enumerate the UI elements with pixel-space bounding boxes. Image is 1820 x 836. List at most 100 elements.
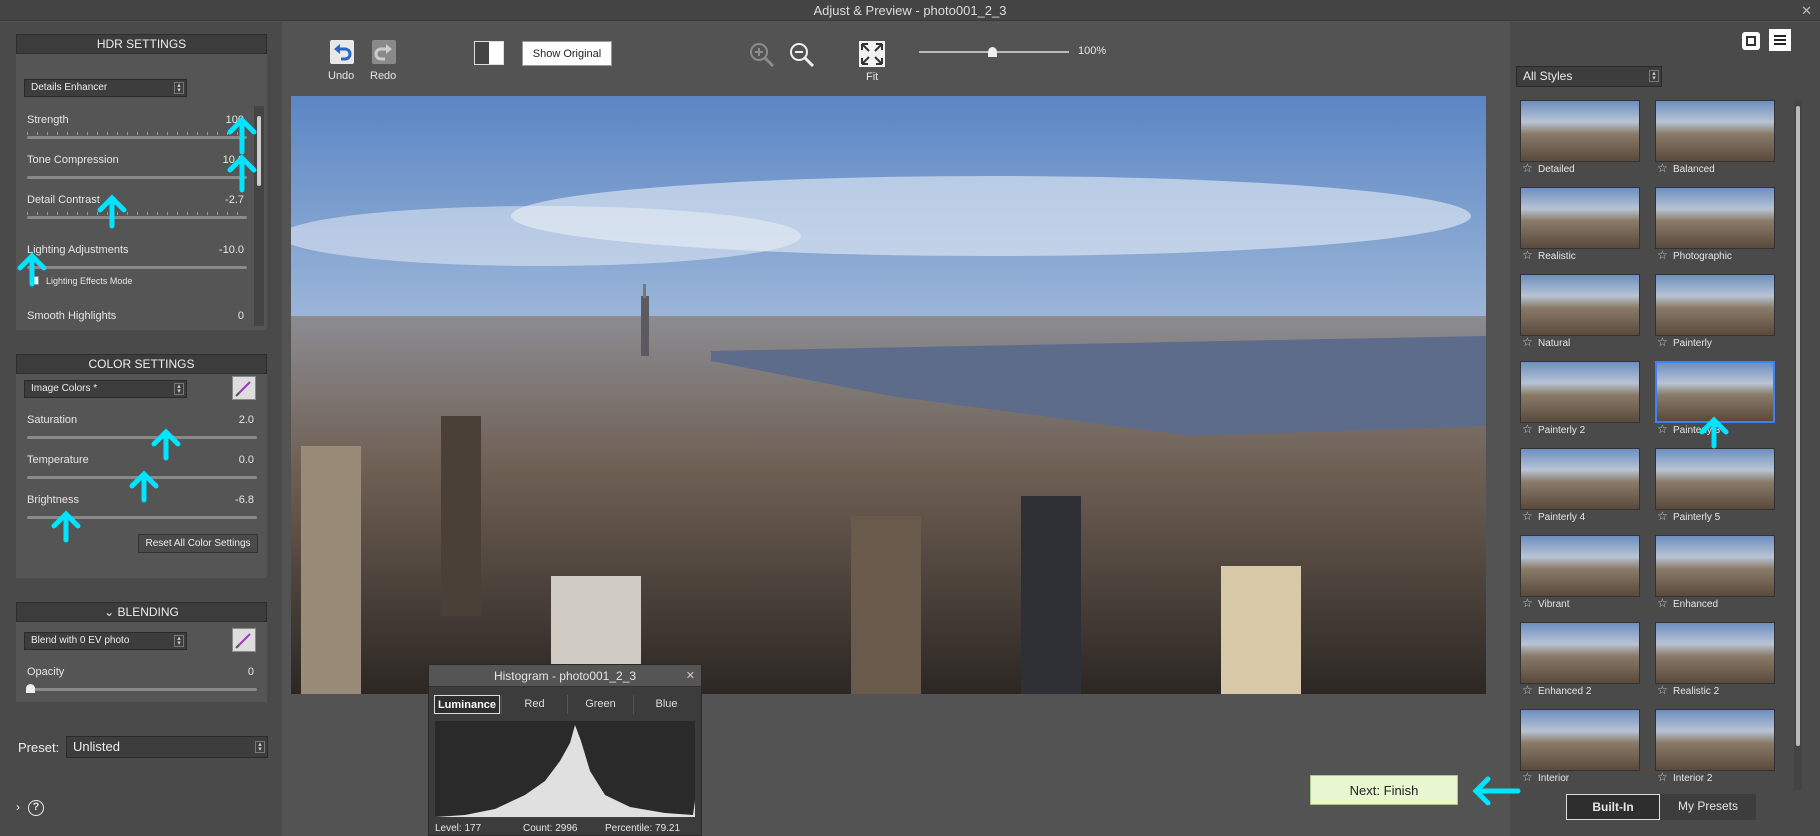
strength-slider-ticks	[27, 132, 247, 135]
style-preview-image	[1520, 535, 1640, 597]
style-thumbnail[interactable]: ☆ Painterly 5	[1655, 448, 1775, 534]
histogram-close-icon[interactable]: ✕	[686, 669, 695, 682]
opacity-slider-track[interactable]	[27, 688, 257, 691]
split-view-icon[interactable]	[474, 41, 504, 65]
style-label: Interior	[1538, 773, 1570, 784]
style-thumbnail[interactable]: ☆ Vibrant	[1520, 535, 1640, 621]
preset-select[interactable]: Unlisted ▴ ▾	[66, 736, 268, 758]
style-thumbnail[interactable]: ☆ Painterly	[1655, 274, 1775, 360]
saturation-value: 2.0	[238, 414, 254, 426]
style-preview-image	[1655, 187, 1775, 249]
style-thumbnail[interactable]: ☆ Balanced	[1655, 100, 1775, 186]
styles-scrollbar-thumb[interactable]	[1796, 106, 1800, 746]
favorite-star-icon[interactable]: ☆	[1657, 248, 1668, 262]
window-close-button[interactable]: ✕	[1801, 0, 1812, 21]
favorite-star-icon[interactable]: ☆	[1657, 509, 1668, 523]
styles-filter-select[interactable]: All Styles ▴ ▾	[1516, 66, 1662, 87]
tab-built-in[interactable]: Built-In	[1566, 794, 1660, 820]
favorite-star-icon[interactable]: ☆	[1522, 161, 1533, 175]
temperature-value: 0.0	[238, 454, 254, 466]
preset-label: Preset:	[18, 740, 60, 755]
hdr-scrollbar[interactable]	[254, 106, 264, 326]
reset-color-settings-button[interactable]: Reset All Color Settings	[138, 534, 258, 553]
favorite-star-icon[interactable]: ☆	[1657, 683, 1668, 697]
favorite-star-icon[interactable]: ☆	[1522, 422, 1533, 436]
histogram-level: Level: 177	[435, 823, 482, 834]
style-thumbnail[interactable]: ☆ Interior 2	[1655, 709, 1775, 790]
zoom-in-icon[interactable]	[748, 41, 776, 69]
lighting-adjustments-slider-track[interactable]	[27, 266, 247, 269]
styles-scrollbar[interactable]	[1794, 100, 1802, 790]
fit-button[interactable]	[859, 41, 885, 67]
expand-chevron-icon[interactable]: ›	[16, 800, 20, 814]
redo-button[interactable]	[372, 40, 396, 64]
zoom-slider-thumb[interactable]	[988, 47, 997, 57]
histogram-title: Histogram - photo001_2_3	[493, 669, 637, 683]
favorite-star-icon[interactable]: ☆	[1657, 596, 1668, 610]
hdr-settings-box: HDR SETTINGS Details Enhancer ▴ ▾ Strength…	[16, 34, 267, 330]
temperature-slider-track[interactable]	[27, 476, 257, 479]
histogram-tab-red[interactable]: Red	[501, 695, 567, 714]
histogram-tab-blue[interactable]: Blue	[633, 695, 699, 714]
opacity-slider-thumb[interactable]	[26, 684, 35, 693]
style-label: Realistic 2	[1673, 686, 1720, 697]
style-thumbnail[interactable]: ☆ Enhanced 2	[1520, 622, 1640, 708]
style-label: Vibrant	[1538, 599, 1570, 610]
style-thumbnail[interactable]: ☆ Painterly 4	[1520, 448, 1640, 534]
help-icon[interactable]: ?	[28, 800, 44, 816]
hdr-method-select[interactable]: Details Enhancer ▴ ▾	[24, 79, 187, 97]
style-thumbnail[interactable]: ☆ Realistic 2	[1655, 622, 1775, 708]
favorite-star-icon[interactable]: ☆	[1657, 422, 1668, 436]
style-preview-image	[1655, 361, 1775, 423]
favorite-star-icon[interactable]: ☆	[1522, 596, 1533, 610]
histogram-tab-green[interactable]: Green	[567, 695, 633, 714]
style-label: Interior 2	[1673, 773, 1713, 784]
smooth-highlights-label: Smooth Highlights	[27, 310, 117, 322]
style-thumbnail[interactable]: ☆ Detailed	[1520, 100, 1640, 186]
favorite-star-icon[interactable]: ☆	[1657, 770, 1668, 784]
favorite-star-icon[interactable]: ☆	[1657, 161, 1668, 175]
show-original-button[interactable]: Show Original	[522, 41, 612, 66]
blend-mode-select[interactable]: Blend with 0 EV photo ▴ ▾	[24, 632, 187, 650]
lighting-adjustments-label: Lighting Adjustments	[27, 244, 129, 256]
eyedropper-button[interactable]	[232, 376, 256, 400]
tab-my-presets[interactable]: My Presets	[1660, 794, 1756, 820]
next-finish-button[interactable]: Next: Finish	[1310, 775, 1458, 805]
zoom-out-icon[interactable]	[788, 41, 816, 69]
favorite-star-icon[interactable]: ☆	[1522, 335, 1533, 349]
style-label: Painterly 4	[1538, 512, 1586, 523]
detail-contrast-slider-track[interactable]	[27, 216, 247, 219]
histogram-tab-luminance[interactable]: Luminance	[434, 695, 500, 714]
favorite-star-icon[interactable]: ☆	[1522, 509, 1533, 523]
style-thumbnail[interactable]: ☆ Painterly 3	[1655, 361, 1775, 447]
filmstrip-view-icon[interactable]	[1740, 30, 1762, 52]
color-mode-select[interactable]: Image Colors * ▴ ▾	[24, 380, 187, 398]
style-thumbnail[interactable]: ☆ Painterly 2	[1520, 361, 1640, 447]
histogram-titlebar[interactable]: Histogram - photo001_2_3	[429, 665, 701, 687]
lighting-effects-checkbox[interactable]	[30, 276, 39, 285]
undo-button[interactable]	[330, 40, 354, 64]
blending-heading-label: BLENDING	[117, 605, 179, 619]
strength-slider-track[interactable]	[27, 136, 247, 139]
favorite-star-icon[interactable]: ☆	[1522, 770, 1533, 784]
tone-compression-slider-track[interactable]	[27, 176, 247, 179]
preview-photo[interactable]	[291, 96, 1486, 694]
blending-heading[interactable]: ⌄ BLENDING	[16, 602, 267, 622]
style-thumbnail[interactable]: ☆ Realistic	[1520, 187, 1640, 273]
style-thumbnail[interactable]: ☆ Interior	[1520, 709, 1640, 790]
blend-eyedropper-button[interactable]	[232, 628, 256, 652]
hdr-scrollbar-thumb[interactable]	[257, 116, 261, 186]
style-thumbnail[interactable]: ☆ Photographic	[1655, 187, 1775, 273]
list-view-icon[interactable]	[1768, 28, 1792, 52]
style-thumbnail[interactable]: ☆ Natural	[1520, 274, 1640, 360]
lighting-adjustments-value: -10.0	[218, 244, 244, 256]
brightness-slider-track[interactable]	[27, 516, 257, 519]
favorite-star-icon[interactable]: ☆	[1522, 248, 1533, 262]
style-preview-image	[1520, 187, 1640, 249]
style-thumbnail[interactable]: ☆ Enhanced	[1655, 535, 1775, 621]
left-settings-panel: HDR SETTINGS Details Enhancer ▴ ▾ Strength…	[0, 22, 282, 836]
histogram-window[interactable]: Histogram - photo001_2_3 ✕ Luminance Red…	[428, 664, 702, 836]
saturation-slider-track[interactable]	[27, 436, 257, 439]
favorite-star-icon[interactable]: ☆	[1657, 335, 1668, 349]
favorite-star-icon[interactable]: ☆	[1522, 683, 1533, 697]
